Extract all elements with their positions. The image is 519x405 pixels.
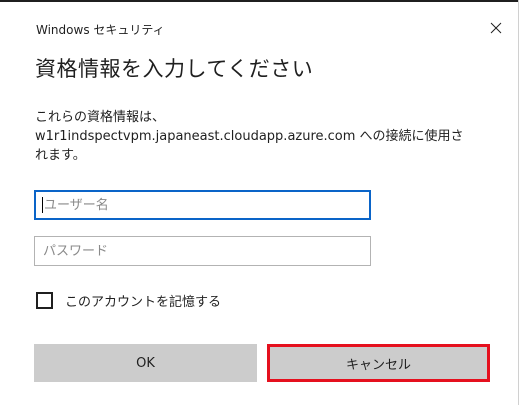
password-input[interactable] [34,236,371,266]
remember-checkbox[interactable] [36,292,53,309]
dialog-heading: 資格情報を入力してください [35,57,314,81]
cancel-button[interactable]: キャンセル [267,344,490,382]
dialog-message: これらの資格情報は、 w1r1indspectvpm.japaneast.clo… [35,108,505,165]
message-line-3: れます。 [35,148,86,163]
ok-button[interactable]: OK [34,344,257,382]
close-icon [490,22,502,34]
close-button[interactable] [484,16,508,40]
remember-account-option[interactable]: このアカウントを記憶する [36,291,221,310]
username-input[interactable] [34,190,371,220]
message-line-1: これらの資格情報は、 [35,110,166,125]
remember-label: このアカウントを記憶する [65,295,222,310]
window-title: Windows セキュリティ [36,23,165,37]
message-line-2: w1r1indspectvpm.japaneast.cloudapp.azure… [35,129,464,144]
text-caret [42,197,43,213]
security-dialog: Windows セキュリティ 資格情報を入力してください これらの資格情報は、 … [0,0,519,405]
